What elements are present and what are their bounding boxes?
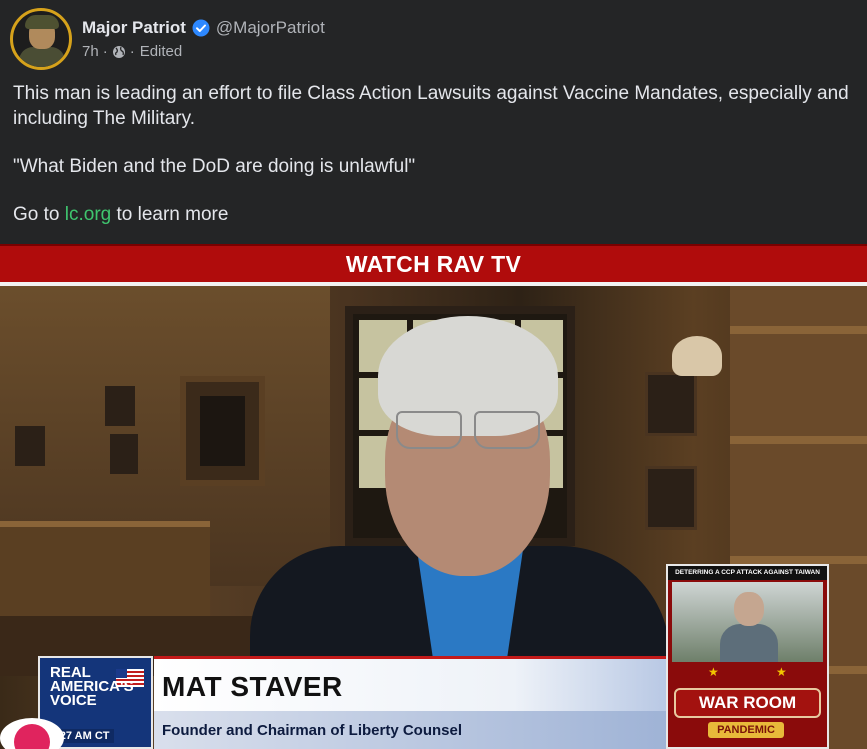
show-inset: DETERRING A CCP ATTACK AGAINST TAIWAN ★ … — [666, 564, 829, 749]
post-paragraph: "What Biden and the DoD are doing is unl… — [13, 156, 416, 177]
video-frame: REAL AMERICA'S VOICE 9:27 AM CT MAT STAV… — [0, 286, 867, 749]
avatar-figure-cap — [25, 15, 59, 29]
post-timestamp[interactable]: 7h — [82, 43, 99, 60]
guest-glasses — [390, 411, 545, 451]
star-icon: ★ — [708, 665, 719, 679]
watch-banner: WATCH RAV TV — [0, 244, 867, 282]
guest-title-plate: Founder and Chairman of Liberty Counsel — [154, 711, 668, 749]
post-text: This man is leading an effort to file Cl… — [13, 81, 853, 250]
wall-picture — [110, 434, 138, 474]
inset-show-logo: WAR ROOM — [674, 688, 821, 718]
inset-show-sub: PANDEMIC — [708, 722, 784, 738]
wall-picture — [645, 372, 697, 436]
banner-text: WATCH RAV TV — [345, 250, 522, 277]
edited-label[interactable]: Edited — [140, 43, 183, 60]
inset-video — [672, 582, 823, 662]
wall-picture — [105, 386, 135, 426]
lower-third: REAL AMERICA'S VOICE 9:27 AM CT MAT STAV… — [38, 656, 668, 749]
guest-name: MAT STAVER — [162, 671, 343, 702]
guest-title: Founder and Chairman of Liberty Counsel — [162, 722, 463, 739]
verified-badge-icon — [192, 19, 210, 37]
wall-picture — [645, 466, 697, 530]
inset-headline: DETERRING A CCP ATTACK AGAINST TAIWAN — [668, 566, 827, 580]
subline-separator: · — [129, 43, 135, 60]
network-line: VOICE — [50, 692, 97, 709]
post-subline: 7h · · Edited — [82, 43, 325, 60]
lc-org-link[interactable]: lc.org — [65, 204, 111, 225]
video-media[interactable]: WATCH RAV TV REAL AMERICA'S VOICE 9:27 A… — [0, 244, 867, 749]
star-icon: ★ — [776, 665, 787, 679]
post-meta: Major Patriot @MajorPatriot 7h · · Edite… — [82, 8, 325, 60]
cta-prefix: Go to — [13, 204, 65, 225]
wall-picture — [15, 426, 45, 466]
avatar-figure-torso — [19, 47, 65, 67]
cta-suffix: to learn more — [111, 204, 229, 225]
post-header: Major Patriot @MajorPatriot 7h · · Edite… — [10, 8, 325, 70]
post-paragraph: This man is leading an effort to file Cl… — [13, 83, 849, 129]
subline-separator: · — [102, 43, 108, 60]
globe-icon[interactable] — [112, 45, 126, 59]
post-cta: Go to lc.org to learn more — [13, 202, 853, 227]
guest-name-plate: MAT STAVER — [154, 656, 668, 711]
author-handle[interactable]: @MajorPatriot — [216, 17, 325, 39]
author-name[interactable]: Major Patriot — [82, 17, 186, 39]
author-row: Major Patriot @MajorPatriot — [82, 17, 325, 39]
lamp — [672, 336, 722, 376]
author-avatar[interactable] — [10, 8, 72, 70]
